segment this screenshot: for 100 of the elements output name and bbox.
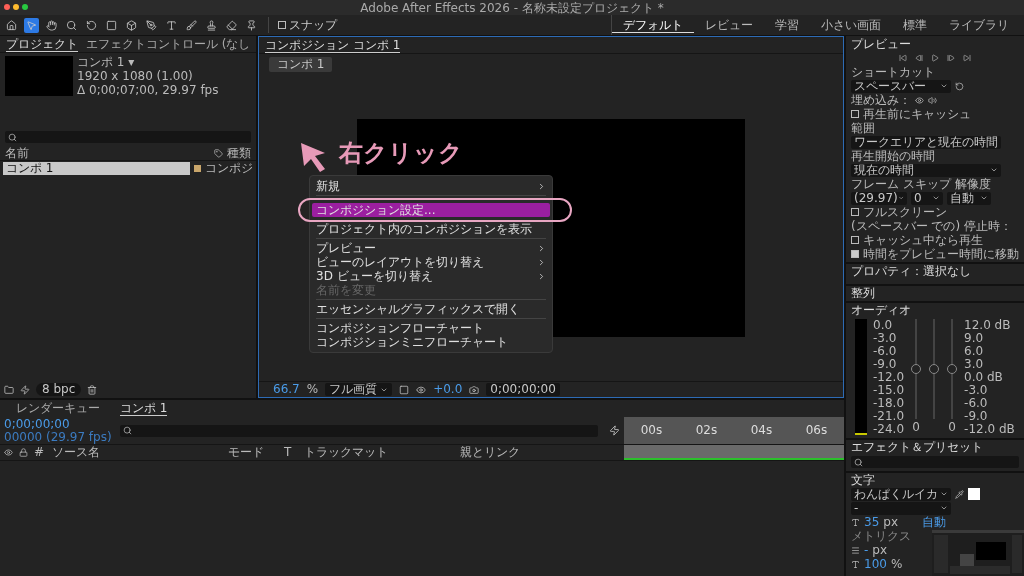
first-frame-icon[interactable]	[899, 54, 907, 62]
last-frame-icon[interactable]	[963, 54, 971, 62]
hand-tool-button[interactable]	[44, 17, 59, 33]
panel-tab[interactable]: エフェクトコントロール (なし	[86, 36, 251, 52]
font-size-value: 35	[864, 515, 880, 529]
lightning-icon[interactable]	[20, 384, 30, 395]
lightning-icon[interactable]	[609, 425, 620, 436]
chevron-down-icon	[940, 82, 948, 90]
start-dropdown[interactable]: 現在の時間	[851, 163, 1001, 177]
panel-tab[interactable]: コンポ 1	[120, 401, 168, 416]
time-ruler[interactable]: 00s 02s 04s 06s	[624, 417, 844, 444]
project-item[interactable]: コンポ 1	[3, 161, 190, 175]
menu-item[interactable]: 新規	[312, 179, 550, 193]
checkbox[interactable]	[851, 208, 859, 216]
field-label: 埋め込み：	[851, 93, 911, 107]
scale-label: -6.0	[964, 397, 989, 410]
scale-label: 6.0	[964, 345, 985, 358]
eye-icon[interactable]	[915, 95, 924, 105]
tracking-value: -	[864, 543, 869, 557]
workspace-tab[interactable]: デフォルト	[612, 17, 694, 33]
trash-icon[interactable]	[87, 384, 98, 395]
slider-knob[interactable]	[947, 364, 958, 374]
scale-label: 0.0	[873, 319, 894, 332]
panel-tab[interactable]: レンダーキュー	[16, 401, 100, 416]
font-size-icon	[851, 517, 860, 527]
composition-thumbnail	[5, 56, 73, 96]
checkbox-label: 時間をプレビュー時間に移動	[863, 247, 1019, 261]
menu-item[interactable]: プレビュー	[312, 241, 550, 255]
menu-item[interactable]: ビューのレイアウトを切り替え	[312, 255, 550, 269]
next-frame-icon[interactable]	[947, 54, 955, 62]
menu-item[interactable]: コンポジション設定...	[312, 203, 550, 217]
timecode-field[interactable]: 0;00;00;00	[486, 383, 560, 396]
scale-label: -3.0	[873, 332, 898, 345]
slider-knob[interactable]	[929, 364, 940, 374]
previous-frame-icon[interactable]	[915, 54, 923, 62]
scale-label: -9.0	[873, 358, 898, 371]
search-icon	[854, 457, 863, 467]
checkbox[interactable]	[851, 110, 859, 118]
stamp-tool-button[interactable]	[204, 17, 219, 33]
viewer-tab[interactable]: コンポジション コンポ 1	[265, 37, 401, 53]
selection-tool-button[interactable]	[24, 17, 39, 33]
scale-label: -3.0	[964, 384, 989, 397]
field-label: ショートカット	[851, 65, 935, 79]
home-button[interactable]	[4, 17, 19, 33]
search-field[interactable]	[851, 456, 1019, 468]
font-style-dropdown[interactable]: -	[851, 501, 951, 515]
exposure-value: +0.0	[433, 383, 463, 396]
menu-item[interactable]: エッセンシャルグラフィックスで開く	[312, 302, 550, 316]
panel-title: 文字	[851, 474, 876, 487]
panel-tab[interactable]: プロジェクト	[6, 36, 78, 52]
shortcut-dropdown[interactable]: スペースバー	[851, 79, 951, 93]
skip-dropdown[interactable]: 0	[911, 191, 943, 205]
eyedropper-icon[interactable]	[955, 489, 964, 499]
unit-label: %	[890, 557, 903, 571]
play-icon[interactable]	[931, 54, 939, 62]
cube-tool-button[interactable]	[124, 17, 139, 33]
frame-rate-dropdown[interactable]: (29.97)	[851, 191, 907, 205]
scale-label: 0.0 dB	[964, 371, 1004, 384]
lines-icon	[851, 545, 860, 555]
folder-icon[interactable]	[4, 384, 14, 395]
menu-item[interactable]: 3D ビューを切り替え	[312, 269, 550, 283]
workspace-tab[interactable]: 標準	[892, 17, 938, 33]
scale-label: -6.0	[873, 345, 898, 358]
slider-knob[interactable]	[911, 364, 922, 374]
bit-depth-button[interactable]: 8 bpc	[36, 383, 82, 396]
label-swatch	[194, 164, 201, 172]
search-field[interactable]	[120, 424, 598, 437]
speaker-icon[interactable]	[928, 95, 937, 105]
field-label: 再生開始の時間	[851, 149, 935, 163]
checkbox[interactable]	[278, 21, 286, 29]
search-field[interactable]	[5, 131, 251, 143]
checkbox[interactable]	[851, 236, 859, 244]
brush-tool-button[interactable]	[184, 17, 199, 33]
breadcrumb-button[interactable]: コンポ 1	[269, 57, 333, 72]
unit-label: px	[883, 515, 898, 529]
checkbox[interactable]	[851, 250, 859, 258]
workspace-tab[interactable]: ライブラリ	[938, 17, 1020, 33]
reset-icon[interactable]	[955, 81, 964, 91]
menu-item[interactable]: コンポジションミニフローチャート	[312, 335, 550, 349]
menu-item[interactable]: プロジェクト内のコンポジションを表示	[312, 222, 550, 236]
item-duration: Δ 0;00;07;00, 29.97 fps	[77, 84, 219, 97]
camera-icon[interactable]	[469, 384, 480, 395]
resolution-dropdown[interactable]: 自動	[947, 191, 991, 205]
workspace-tab[interactable]: 小さい画面	[810, 17, 892, 33]
range-dropdown[interactable]: ワークエリアと現在の時間	[851, 135, 1001, 149]
column-header: 親とリンク	[460, 446, 521, 459]
menu-item[interactable]: コンポジションフローチャート	[312, 321, 550, 335]
eye-icon[interactable]	[416, 384, 427, 395]
font-dropdown[interactable]: わんぱくルイカ	[851, 487, 951, 501]
quality-dropdown[interactable]: フル画質	[325, 383, 393, 396]
column-header: T	[284, 446, 293, 459]
checkbox-label: 再生前にキャッシュ	[863, 107, 971, 121]
leading-value: 自動	[922, 515, 946, 529]
workspace-tab[interactable]: レビュー	[694, 17, 764, 33]
chevron-down-icon	[897, 194, 904, 202]
square-icon[interactable]	[399, 384, 410, 395]
fill-color-swatch[interactable]	[968, 488, 980, 500]
zoom-unit: %	[306, 383, 319, 396]
workspace-tab[interactable]: 学習	[764, 17, 810, 33]
pen-tool-button[interactable]	[144, 17, 159, 33]
